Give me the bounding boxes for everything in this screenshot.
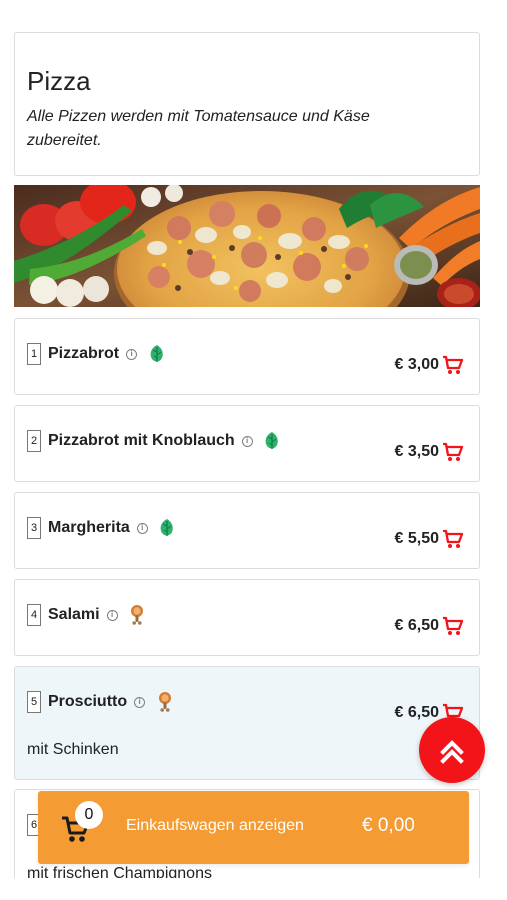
product-name: Pizzabrot mit Knoblauch bbox=[48, 432, 235, 449]
product-header: 5 Prosciutto i bbox=[27, 691, 173, 713]
view-cart-label: Einkaufswagen anzeigen bbox=[126, 817, 304, 834]
product-card[interactable]: 4 Salami i € 6,50 bbox=[14, 579, 480, 656]
product-number: 3 bbox=[27, 517, 41, 539]
product-name: Pizzabrot bbox=[48, 345, 120, 362]
product-description: mit Schinken bbox=[27, 741, 119, 758]
leaf-icon bbox=[264, 430, 281, 452]
product-number: 1 bbox=[27, 343, 41, 365]
info-icon[interactable]: i bbox=[106, 609, 118, 621]
product-header: 1 Pizzabrot i bbox=[27, 343, 165, 365]
cart-icon[interactable] bbox=[441, 527, 465, 551]
cart-icon[interactable] bbox=[441, 353, 465, 377]
product-card[interactable]: 1 Pizzabrot i € 3,00 bbox=[14, 318, 480, 395]
category-header: Pizza Alle Pizzen werden mit Tomatensauc… bbox=[14, 32, 480, 176]
product-price-area: € 6,50 bbox=[395, 614, 465, 638]
info-icon[interactable]: i bbox=[241, 435, 253, 447]
meat-icon bbox=[129, 604, 146, 626]
product-card[interactable]: 5 Prosciutto i € 6,50 mit Schinken bbox=[14, 666, 480, 780]
product-price-area: € 5,50 bbox=[395, 527, 465, 551]
double-chevron-up-icon bbox=[440, 740, 464, 764]
cart-icon[interactable] bbox=[441, 614, 465, 638]
product-header: 4 Salami i bbox=[27, 604, 146, 626]
product-price: € 3,50 bbox=[394, 443, 439, 460]
leaf-icon bbox=[148, 343, 165, 365]
cart-icon[interactable] bbox=[441, 440, 465, 464]
meat-icon bbox=[156, 691, 173, 713]
product-number: 2 bbox=[27, 430, 41, 452]
product-card[interactable]: 3 Margherita i € 5,50 bbox=[14, 492, 480, 569]
product-price: € 5,50 bbox=[394, 530, 439, 547]
leaf-icon bbox=[159, 517, 176, 539]
product-price-area: € 3,00 bbox=[395, 353, 465, 377]
info-icon[interactable]: i bbox=[134, 696, 146, 708]
product-header: 2 Pizzabrot mit Knoblauch i bbox=[27, 430, 281, 452]
product-price: € 6,50 bbox=[394, 704, 439, 721]
cart-count-badge: 0 bbox=[75, 801, 103, 829]
product-description: mit frischen Champignons bbox=[27, 865, 212, 878]
category-description: Alle Pizzen werden mit Tomatensauce und … bbox=[27, 108, 370, 149]
product-number: 4 bbox=[27, 604, 41, 626]
view-cart-bar[interactable]: Einkaufswagen anzeigen € 0,00 bbox=[38, 791, 469, 864]
product-price: € 6,50 bbox=[394, 617, 439, 634]
pizza-banner-image bbox=[14, 185, 480, 307]
category-title: Pizza bbox=[27, 66, 91, 96]
product-header: 3 Margherita i bbox=[27, 517, 176, 539]
cart-total: € 0,00 bbox=[362, 815, 415, 836]
scroll-top-button[interactable] bbox=[419, 717, 485, 783]
product-card[interactable]: 2 Pizzabrot mit Knoblauch i € 3,50 bbox=[14, 405, 480, 482]
info-icon[interactable]: i bbox=[136, 522, 148, 534]
info-icon[interactable]: i bbox=[126, 348, 138, 360]
product-name: Salami bbox=[48, 606, 100, 623]
product-name: Margherita bbox=[48, 519, 130, 536]
product-name: Prosciutto bbox=[48, 693, 128, 710]
menu-page: Pizza Alle Pizzen werden mit Tomatensauc… bbox=[0, 0, 507, 878]
product-number: 5 bbox=[27, 691, 41, 713]
product-price-area: € 3,50 bbox=[395, 440, 465, 464]
product-price: € 3,00 bbox=[394, 356, 439, 373]
